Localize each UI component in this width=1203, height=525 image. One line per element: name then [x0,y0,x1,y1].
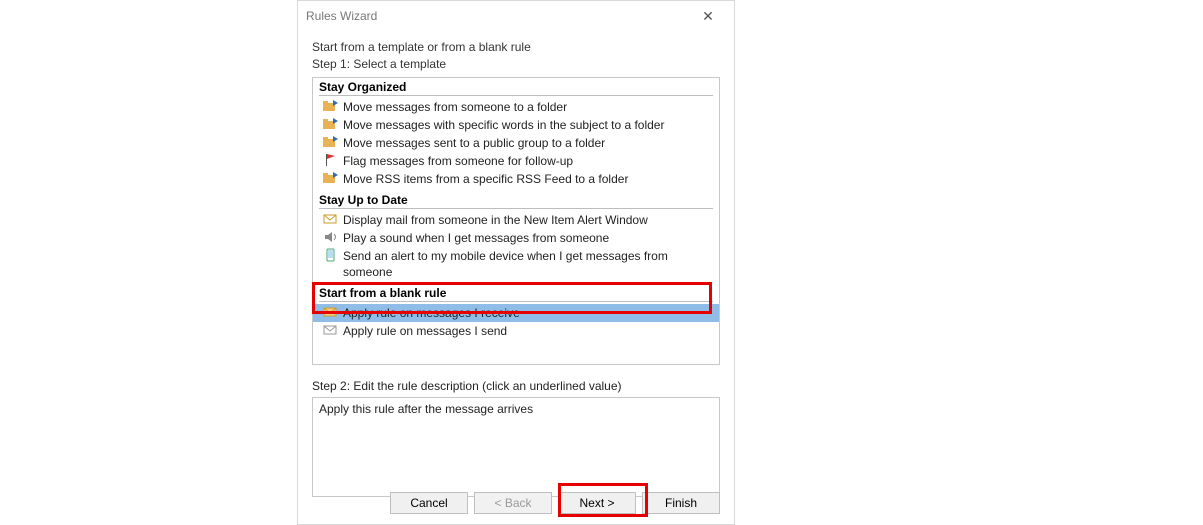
divider [319,301,713,302]
template-flag-followup[interactable]: Flag messages from someone for follow-up [313,152,719,170]
window-title: Rules Wizard [306,9,690,23]
mail-alert-icon [323,212,339,226]
template-label: Flag messages from someone for follow-up [343,153,573,169]
next-button[interactable]: Next > [558,492,636,514]
template-display-new-item-alert[interactable]: Display mail from someone in the New Ite… [313,211,719,229]
template-move-public-group[interactable]: Move messages sent to a public group to … [313,134,719,152]
section-stay-organized: Stay Organized [313,78,719,95]
mail-out-icon [323,323,339,337]
finish-button[interactable]: Finish [642,492,720,514]
template-move-subject-words[interactable]: Move messages with specific words in the… [313,116,719,134]
flag-icon [323,153,339,167]
template-apply-on-receive[interactable]: Apply rule on messages I receive [313,304,719,322]
back-button: < Back [474,492,552,514]
rules-wizard-dialog: Rules Wizard ✕ Start from a template or … [297,0,735,525]
template-label: Move RSS items from a specific RSS Feed … [343,171,628,187]
rule-description-text: Apply this rule after the message arrive… [319,402,533,416]
rule-description-box[interactable]: Apply this rule after the message arrive… [312,397,720,497]
folder-move-icon [323,117,339,131]
template-apply-on-send[interactable]: Apply rule on messages I send [313,322,719,340]
mobile-icon [323,248,339,262]
template-label: Move messages from someone to a folder [343,99,567,115]
mail-in-icon [323,305,339,319]
divider [319,208,713,209]
template-label: Send an alert to my mobile device when I… [343,248,713,280]
cancel-button[interactable]: Cancel [390,492,468,514]
template-play-sound[interactable]: Play a sound when I get messages from so… [313,229,719,247]
template-label: Move messages with specific words in the… [343,117,664,133]
template-label: Move messages sent to a public group to … [343,135,605,151]
section-stay-up-to-date: Stay Up to Date [313,191,719,208]
dialog-buttons: Cancel < Back Next > Finish [390,492,720,514]
titlebar: Rules Wizard ✕ [298,1,734,31]
template-label: Apply rule on messages I receive [343,305,520,321]
close-icon[interactable]: ✕ [690,8,726,25]
folder-move-icon [323,171,339,185]
intro-line1: Start from a template or from a blank ru… [312,39,720,56]
template-move-rss[interactable]: Move RSS items from a specific RSS Feed … [313,170,719,188]
template-label: Play a sound when I get messages from so… [343,230,609,246]
template-list: Stay Organized Move messages from someon… [312,77,720,365]
divider [319,95,713,96]
template-mobile-alert[interactable]: Send an alert to my mobile device when I… [313,247,719,281]
template-label: Display mail from someone in the New Ite… [343,212,648,228]
folder-move-icon [323,135,339,149]
intro-line2: Step 1: Select a template [312,56,720,73]
template-move-from-someone[interactable]: Move messages from someone to a folder [313,98,719,116]
section-blank-rule: Start from a blank rule [313,284,719,301]
folder-move-icon [323,99,339,113]
template-label: Apply rule on messages I send [343,323,507,339]
sound-icon [323,230,339,244]
step2-label: Step 2: Edit the rule description (click… [312,379,720,393]
